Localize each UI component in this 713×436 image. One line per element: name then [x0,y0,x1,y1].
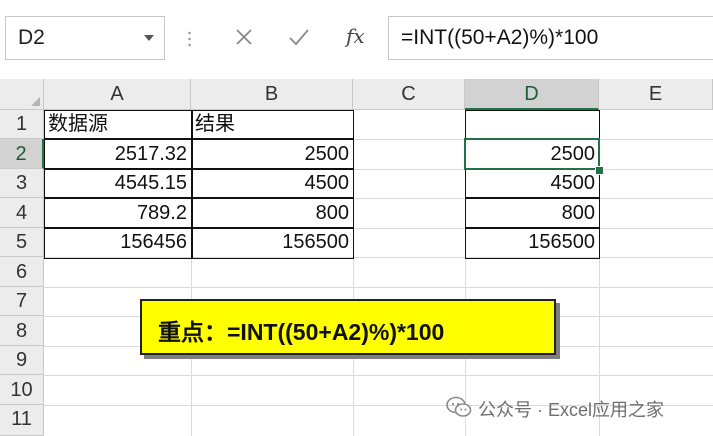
watermark-text: 公众号 · Excel应用之家 [478,400,665,420]
row-header-6[interactable]: 6 [0,257,44,287]
column-header-a[interactable]: A [44,79,191,110]
insert-function-button[interactable]: fx [346,24,365,48]
grip-handle-icon[interactable] [188,30,191,48]
formula-text: =INT((50+A2)%)*100 [401,26,599,49]
cell-a5[interactable]: 156456 [44,228,191,257]
cell-d3[interactable]: 4500 [465,169,599,198]
cell-b4[interactable]: 800 [191,198,353,228]
gridline [44,375,713,376]
cell-a3[interactable]: 4545.15 [44,169,191,198]
enter-button[interactable] [282,20,316,54]
formula-bar: D2 fx =INT((50+A2)%)*100 [0,0,713,79]
row-header-1[interactable]: 1 [0,110,44,139]
column-header-c[interactable]: C [353,79,465,110]
cell-d2[interactable]: 2500 [465,139,599,169]
select-all-icon [31,97,40,106]
callout-text: 重点：=INT((50+A2)%)*100 [158,319,445,345]
cell-b2[interactable]: 2500 [191,139,353,169]
column-header-e[interactable]: E [599,79,713,110]
row-header-8[interactable]: 8 [0,316,44,346]
row-header-10[interactable]: 10 [0,375,44,405]
row-header-11[interactable]: 11 [0,405,44,436]
gridline [599,110,600,436]
row-header-4[interactable]: 4 [0,198,44,228]
row-header-9[interactable]: 9 [0,346,44,375]
gridline [44,257,713,258]
chevron-down-icon[interactable] [144,35,154,41]
formula-input[interactable]: =INT((50+A2)%)*100 [388,16,713,60]
column-header-b[interactable]: B [191,79,353,110]
cell-b3[interactable]: 4500 [191,169,353,198]
name-box-value: D2 [18,26,45,49]
row-header-3[interactable]: 3 [0,169,44,198]
cell-d5[interactable]: 156500 [465,228,599,257]
cell-a4[interactable]: 789.2 [44,198,191,228]
check-icon [289,29,309,46]
row-header-5[interactable]: 5 [0,228,44,257]
cell-b5[interactable]: 156500 [191,228,353,257]
cell-d4[interactable]: 800 [465,198,599,228]
row-header-2[interactable]: 2 [0,139,44,169]
formula-callout: 重点：=INT((50+A2)%)*100 [140,299,556,355]
gridline [353,110,354,436]
row-header-7[interactable]: 7 [0,287,44,316]
cell-b1[interactable]: 结果 [191,110,353,139]
wechat-icon [446,396,472,417]
fill-handle[interactable] [595,166,604,175]
gridline [44,287,713,288]
spreadsheet-grid: A B C D E 1 2 3 4 5 6 7 8 9 10 11 数据源 结果… [0,79,713,436]
cancel-button[interactable] [227,20,261,54]
select-all-button[interactable] [0,79,44,110]
cell-a1[interactable]: 数据源 [44,110,191,139]
name-box[interactable]: D2 [5,16,165,60]
cell-a2[interactable]: 2517.32 [44,139,191,169]
close-icon [236,29,252,45]
column-header-d[interactable]: D [465,79,599,110]
